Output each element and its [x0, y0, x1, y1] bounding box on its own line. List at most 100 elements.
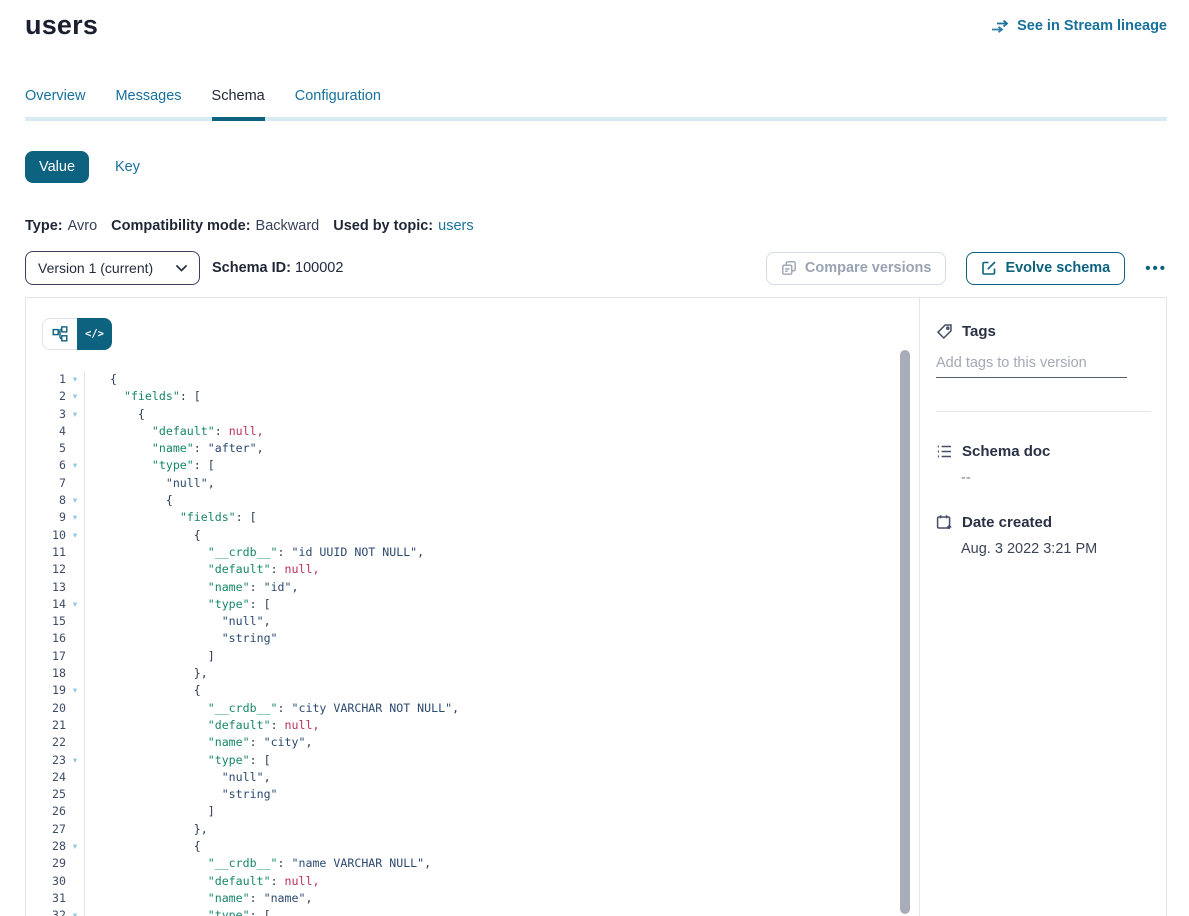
- schema-doc-section-header: Schema doc: [936, 443, 1150, 460]
- date-created-value: Aug. 3 2022 3:21 PM: [936, 541, 1150, 557]
- line-number: 23: [26, 752, 66, 769]
- more-options-button[interactable]: •••: [1145, 260, 1167, 277]
- line-number: 32: [26, 907, 66, 916]
- code-text: "name": "id",: [84, 579, 299, 596]
- fold-toggle-icon[interactable]: ▾: [66, 388, 84, 405]
- tab-overview[interactable]: Overview: [25, 88, 85, 121]
- fold-toggle-icon[interactable]: ▾: [66, 596, 84, 613]
- tab-configuration[interactable]: Configuration: [295, 88, 381, 121]
- tab-messages[interactable]: Messages: [115, 88, 181, 121]
- fold-toggle-icon: [66, 579, 84, 596]
- code-line: 28▾ {: [26, 838, 919, 855]
- line-number: 18: [26, 665, 66, 682]
- schema-doc-value: --: [936, 470, 1150, 486]
- schema-meta-row: Type: Avro Compatibility mode: Backward …: [25, 218, 1167, 234]
- evolve-schema-button[interactable]: Evolve schema: [966, 252, 1125, 285]
- code-text: "fields": [: [84, 509, 257, 526]
- line-number: 4: [26, 423, 66, 440]
- fold-toggle-icon: [66, 873, 84, 890]
- page-header: users See in Stream lineage: [25, 10, 1167, 41]
- schema-editor: </> 1▾{2▾ "fields": [3▾ {4 "default": nu…: [26, 298, 919, 916]
- line-number: 15: [26, 613, 66, 630]
- view-mode-toggle: </>: [42, 318, 112, 350]
- line-number: 12: [26, 561, 66, 578]
- code-line: 20 "__crdb__": "city VARCHAR NOT NULL",: [26, 700, 919, 717]
- code-text: "default": null,: [84, 873, 319, 890]
- code-text: {: [84, 371, 117, 388]
- code-text: "null",: [84, 613, 271, 630]
- code-text: "default": null,: [84, 717, 319, 734]
- code-line: 12 "default": null,: [26, 561, 919, 578]
- line-number: 24: [26, 769, 66, 786]
- line-number: 21: [26, 717, 66, 734]
- code-text: "type": [: [84, 457, 215, 474]
- add-tags-input[interactable]: [936, 353, 1127, 378]
- line-number: 13: [26, 579, 66, 596]
- fold-toggle-icon: [66, 890, 84, 907]
- code-line: 22 "name": "city",: [26, 734, 919, 751]
- key-toggle-link[interactable]: Key: [115, 159, 140, 175]
- compare-versions-icon: [781, 260, 797, 276]
- stream-lineage-link[interactable]: See in Stream lineage: [991, 18, 1167, 34]
- fold-toggle-icon: [66, 717, 84, 734]
- code-text: {: [84, 492, 173, 509]
- code-text: "type": [: [84, 907, 271, 916]
- fold-toggle-icon[interactable]: ▾: [66, 509, 84, 526]
- code-text: {: [84, 682, 201, 699]
- tab-bar: Overview Messages Schema Configuration: [25, 88, 1167, 121]
- code-text: "__crdb__": "name VARCHAR NULL",: [84, 855, 431, 872]
- fold-toggle-icon[interactable]: ▾: [66, 752, 84, 769]
- version-select[interactable]: Version 1 (current): [25, 251, 200, 285]
- code-text: "__crdb__": "city VARCHAR NOT NULL",: [84, 700, 459, 717]
- line-number: 22: [26, 734, 66, 751]
- code-line: 10▾ {: [26, 527, 919, 544]
- edit-icon: [981, 260, 997, 276]
- meta-compatibility: Compatibility mode: Backward: [111, 218, 319, 234]
- compare-versions-button[interactable]: Compare versions: [766, 252, 947, 285]
- code-text: "default": null,: [84, 423, 264, 440]
- fold-toggle-icon[interactable]: ▾: [66, 457, 84, 474]
- calendar-icon: [936, 514, 953, 531]
- fold-toggle-icon: [66, 423, 84, 440]
- code-block: 1▾{2▾ "fields": [3▾ {4 "default": null,5…: [26, 371, 919, 916]
- tab-schema[interactable]: Schema: [212, 88, 265, 121]
- sidebar-divider: [936, 411, 1151, 412]
- line-number: 3: [26, 406, 66, 423]
- code-line: 27 },: [26, 821, 919, 838]
- version-bar: Version 1 (current) Schema ID: 100002 Co…: [25, 251, 1167, 285]
- fold-toggle-icon[interactable]: ▾: [66, 838, 84, 855]
- fold-toggle-icon: [66, 613, 84, 630]
- line-number: 31: [26, 890, 66, 907]
- code-line: 5 "name": "after",: [26, 440, 919, 457]
- stream-lineage-icon: [991, 19, 1010, 34]
- line-number: 8: [26, 492, 66, 509]
- code-text: "type": [: [84, 596, 271, 613]
- code-text: },: [84, 821, 208, 838]
- line-number: 10: [26, 527, 66, 544]
- fold-toggle-icon[interactable]: ▾: [66, 371, 84, 388]
- line-number: 30: [26, 873, 66, 890]
- code-view-button[interactable]: </>: [77, 318, 112, 350]
- fold-toggle-icon: [66, 821, 84, 838]
- code-text: "fields": [: [84, 388, 201, 405]
- code-text: "type": [: [84, 752, 271, 769]
- meta-used-by-topic: Used by topic: users: [333, 218, 473, 234]
- value-toggle-button[interactable]: Value: [25, 151, 89, 183]
- fold-toggle-icon[interactable]: ▾: [66, 406, 84, 423]
- line-number: 6: [26, 457, 66, 474]
- code-line: 9▾ "fields": [: [26, 509, 919, 526]
- line-number: 17: [26, 648, 66, 665]
- tree-view-button[interactable]: [42, 318, 77, 350]
- line-number: 25: [26, 786, 66, 803]
- code-text: "default": null,: [84, 561, 319, 578]
- fold-toggle-icon[interactable]: ▾: [66, 527, 84, 544]
- fold-toggle-icon[interactable]: ▾: [66, 907, 84, 916]
- fold-toggle-icon: [66, 544, 84, 561]
- code-line: 31 "name": "name",: [26, 890, 919, 907]
- code-line: 1▾{: [26, 371, 919, 388]
- fold-toggle-icon[interactable]: ▾: [66, 492, 84, 509]
- editor-scrollbar[interactable]: [900, 350, 910, 914]
- fold-toggle-icon[interactable]: ▾: [66, 682, 84, 699]
- tag-icon: [936, 323, 953, 340]
- topic-link[interactable]: users: [438, 218, 473, 234]
